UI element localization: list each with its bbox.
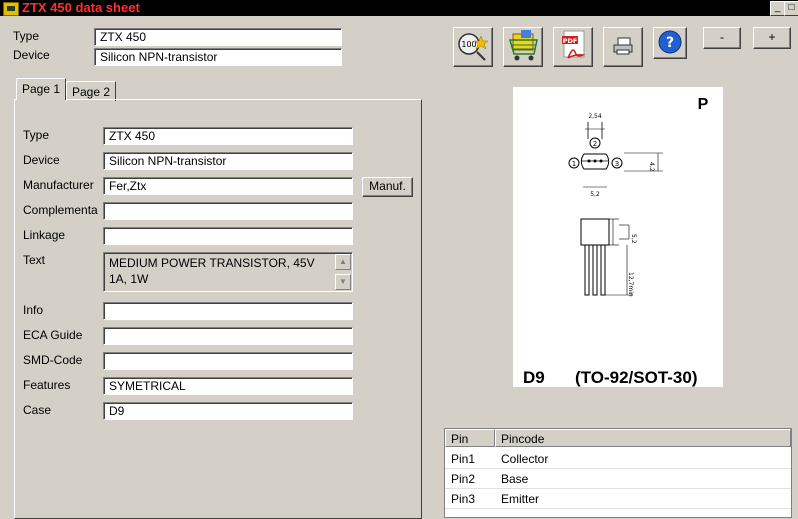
manufacturer-button[interactable]: Manuf. <box>362 177 413 197</box>
device-label: Device <box>23 153 60 167</box>
package-corner-label: P <box>698 96 709 113</box>
pin-table: Pin Pincode Pin1 Collector Pin2 Base Pin… <box>444 428 792 518</box>
svg-text:12,7min: 12,7min <box>627 272 634 297</box>
header-type-label: Type <box>13 29 40 43</box>
linkage-field[interactable] <box>103 227 353 245</box>
svg-text:2,54: 2,54 <box>588 113 602 120</box>
svg-text:1: 1 <box>572 160 576 168</box>
case-field[interactable]: D9 <box>103 402 353 420</box>
table-cell-pincode[interactable]: Emitter <box>495 489 791 509</box>
complementary-field[interactable] <box>103 202 353 220</box>
pin-column-header[interactable]: Pin <box>445 429 495 447</box>
rating-button[interactable]: 100 <box>453 27 493 67</box>
linkage-label: Linkage <box>23 228 66 242</box>
header-device-label: Device <box>13 48 50 62</box>
device-field[interactable]: Silicon NPN-transistor <box>103 152 353 170</box>
title-bar: ZTX 450 data sheet _ □ <box>0 0 798 16</box>
pdf-button[interactable]: PDF <box>553 27 593 67</box>
features-field[interactable]: SYMETRICAL <box>103 377 353 395</box>
table-cell-pin[interactable]: Pin1 <box>445 449 495 469</box>
scroll-up-icon[interactable]: ▲ <box>335 254 351 270</box>
tab-page-2[interactable]: Page 2 <box>66 81 117 101</box>
case-label: Case <box>23 403 52 417</box>
text-field[interactable]: MEDIUM POWER TRANSISTOR, 45V 1A, 1W ▲ ▼ <box>103 252 353 292</box>
svg-text:3: 3 <box>615 160 619 168</box>
text-scrollbar[interactable]: ▲ ▼ <box>335 254 351 290</box>
table-cell-pincode[interactable]: Base <box>495 469 791 489</box>
window-title: ZTX 450 data sheet <box>22 0 140 15</box>
smd-code-label: SMD-Code <box>23 353 83 367</box>
minimize-button[interactable]: _ <box>770 1 785 16</box>
maximize-button[interactable]: □ <box>784 1 798 16</box>
tab-page-1[interactable]: Page 1 <box>16 78 67 100</box>
svg-text:5,2: 5,2 <box>590 191 600 198</box>
help-button[interactable]: ? <box>653 27 687 59</box>
svg-text:2: 2 <box>593 140 597 148</box>
svg-text:5,2: 5,2 <box>630 234 637 244</box>
manufacturer-field[interactable]: Fer,Ztx <box>103 177 353 195</box>
eca-guide-label: ECA Guide <box>23 328 83 342</box>
type-label: Type <box>23 128 50 142</box>
zoom-in-button[interactable]: + <box>753 27 791 49</box>
package-outline-drawing: P 2,54 2 1 3 4,2 5,2 5,2 12,7min D9 (TO-… <box>523 96 709 387</box>
header-type-field[interactable]: ZTX 450 <box>94 28 342 46</box>
text-field-value: MEDIUM POWER TRANSISTOR, 45V 1A, 1W <box>109 256 315 286</box>
pincode-column-header[interactable]: Pincode <box>495 429 791 447</box>
package-drawing: P 2,54 2 1 3 4,2 5,2 5,2 12,7min D9 (TO-… <box>513 87 723 387</box>
text-label: Text <box>23 253 46 267</box>
table-cell-pin[interactable]: Pin2 <box>445 469 495 489</box>
shopping-cart-icon <box>509 30 538 61</box>
package-name: (TO-92/SOT-30) <box>575 368 698 387</box>
svg-text:4,2: 4,2 <box>648 162 655 172</box>
eca-guide-field[interactable] <box>103 327 353 345</box>
app-icon <box>3 2 19 16</box>
complementary-label: Complementa <box>23 203 98 217</box>
help-icon: ? <box>658 30 682 54</box>
package-code: D9 <box>523 368 545 387</box>
cart-button[interactable] <box>503 27 543 67</box>
scroll-down-icon[interactable]: ▼ <box>335 274 351 290</box>
features-label: Features <box>23 378 71 392</box>
zoom-out-button[interactable]: - <box>703 27 741 49</box>
table-cell-pincode[interactable]: Collector <box>495 449 791 469</box>
type-field[interactable]: ZTX 450 <box>103 127 353 145</box>
header-device-field[interactable]: Silicon NPN-transistor <box>94 48 342 66</box>
info-field[interactable] <box>103 302 353 320</box>
print-button[interactable] <box>603 27 643 67</box>
manufacturer-label: Manufacturer <box>23 178 94 192</box>
svg-text:PDF: PDF <box>563 37 578 45</box>
table-cell-pin[interactable]: Pin3 <box>445 489 495 509</box>
rating-icon: 100 <box>458 33 489 61</box>
smd-code-field[interactable] <box>103 352 353 370</box>
pdf-icon: PDF <box>562 30 586 59</box>
printer-icon <box>613 37 633 55</box>
info-label: Info <box>23 303 44 317</box>
svg-text:?: ? <box>666 35 674 51</box>
